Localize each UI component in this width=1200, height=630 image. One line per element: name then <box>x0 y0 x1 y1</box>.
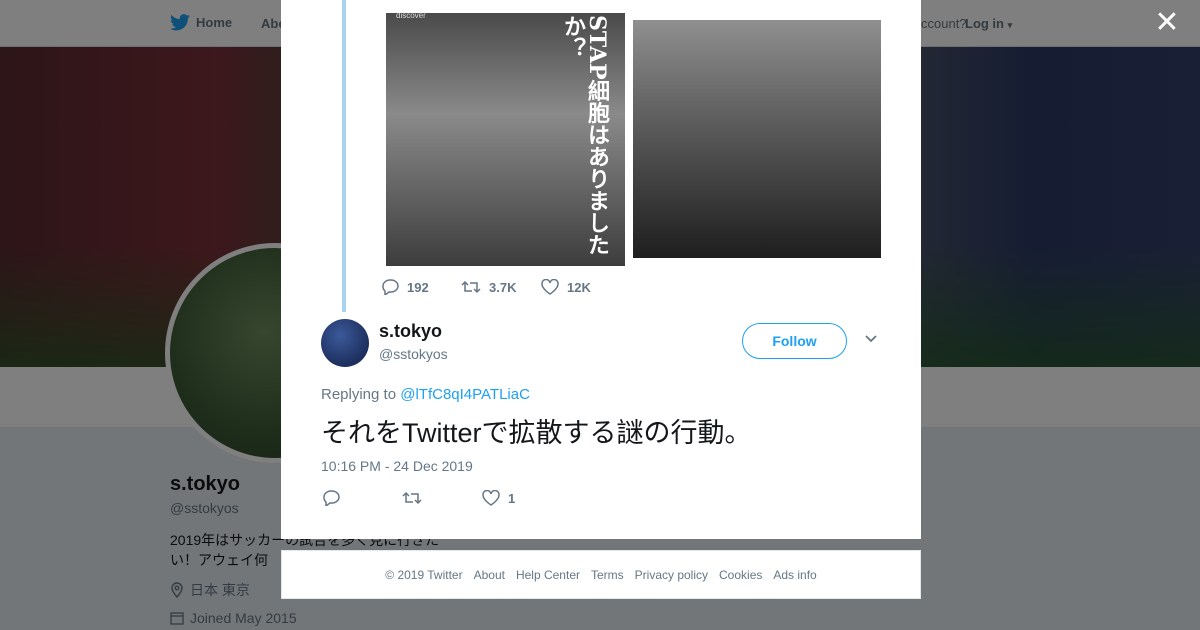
tweet-author-handle[interactable]: @sstokyos <box>379 346 448 362</box>
modal-footer: © 2019 Twitter About Help Center Terms P… <box>281 550 921 599</box>
tweet-actions: 1 <box>322 490 562 506</box>
close-icon[interactable]: ✕ <box>1152 8 1182 38</box>
reply-action[interactable] <box>322 490 402 506</box>
heart-icon <box>482 490 500 506</box>
footer-link-terms[interactable]: Terms <box>591 568 624 582</box>
retweet-icon <box>461 279 481 295</box>
replying-to-link[interactable]: @lTfC8qI4PATLiaC <box>400 386 530 403</box>
footer-link-about[interactable]: About <box>474 568 505 582</box>
photo-caption: STAP細胞はありましたか？ <box>560 15 610 256</box>
reply-count: 192 <box>407 279 429 295</box>
reply-icon <box>322 490 340 506</box>
like-count: 1 <box>508 490 516 506</box>
retweet-count: 3.7K <box>489 279 517 295</box>
parent-tweet-actions: 192 3.7K 12K <box>381 279 621 295</box>
tweet-author-name[interactable]: s.tokyo <box>379 321 442 342</box>
tweet-author-avatar[interactable] <box>321 319 369 367</box>
footer-link-privacy[interactable]: Privacy policy <box>635 568 708 582</box>
replying-prefix: Replying to <box>321 386 397 403</box>
tweet-text: それをTwitterで拡散する謎の行動。 <box>321 418 752 448</box>
quoted-photo-1[interactable]: discover STAP細胞はありましたか？ <box>386 13 625 266</box>
photo-brand: discover <box>396 13 426 20</box>
follow-button[interactable]: Follow <box>742 323 847 359</box>
footer-copyright: © 2019 Twitter <box>385 567 463 582</box>
chevron-down-icon[interactable] <box>864 334 882 350</box>
retweet-action[interactable]: 3.7K <box>461 279 541 295</box>
like-action[interactable]: 1 <box>482 490 562 506</box>
thread-connector-line <box>342 0 346 312</box>
footer-link-cookies[interactable]: Cookies <box>719 568 762 582</box>
tweet-timestamp[interactable]: 10:16 PM - 24 Dec 2019 <box>321 458 473 474</box>
like-action[interactable]: 12K <box>541 279 621 295</box>
quoted-photo-2[interactable] <box>633 20 881 258</box>
replying-to: Replying to @lTfC8qI4PATLiaC <box>321 386 530 403</box>
reply-icon <box>381 279 399 295</box>
footer-link-ads-info[interactable]: Ads info <box>773 568 816 582</box>
like-count: 12K <box>567 279 591 295</box>
retweet-icon <box>402 490 422 506</box>
footer-link-help-center[interactable]: Help Center <box>516 568 580 582</box>
heart-icon <box>541 279 559 295</box>
reply-action[interactable]: 192 <box>381 279 461 295</box>
retweet-action[interactable] <box>402 490 482 506</box>
